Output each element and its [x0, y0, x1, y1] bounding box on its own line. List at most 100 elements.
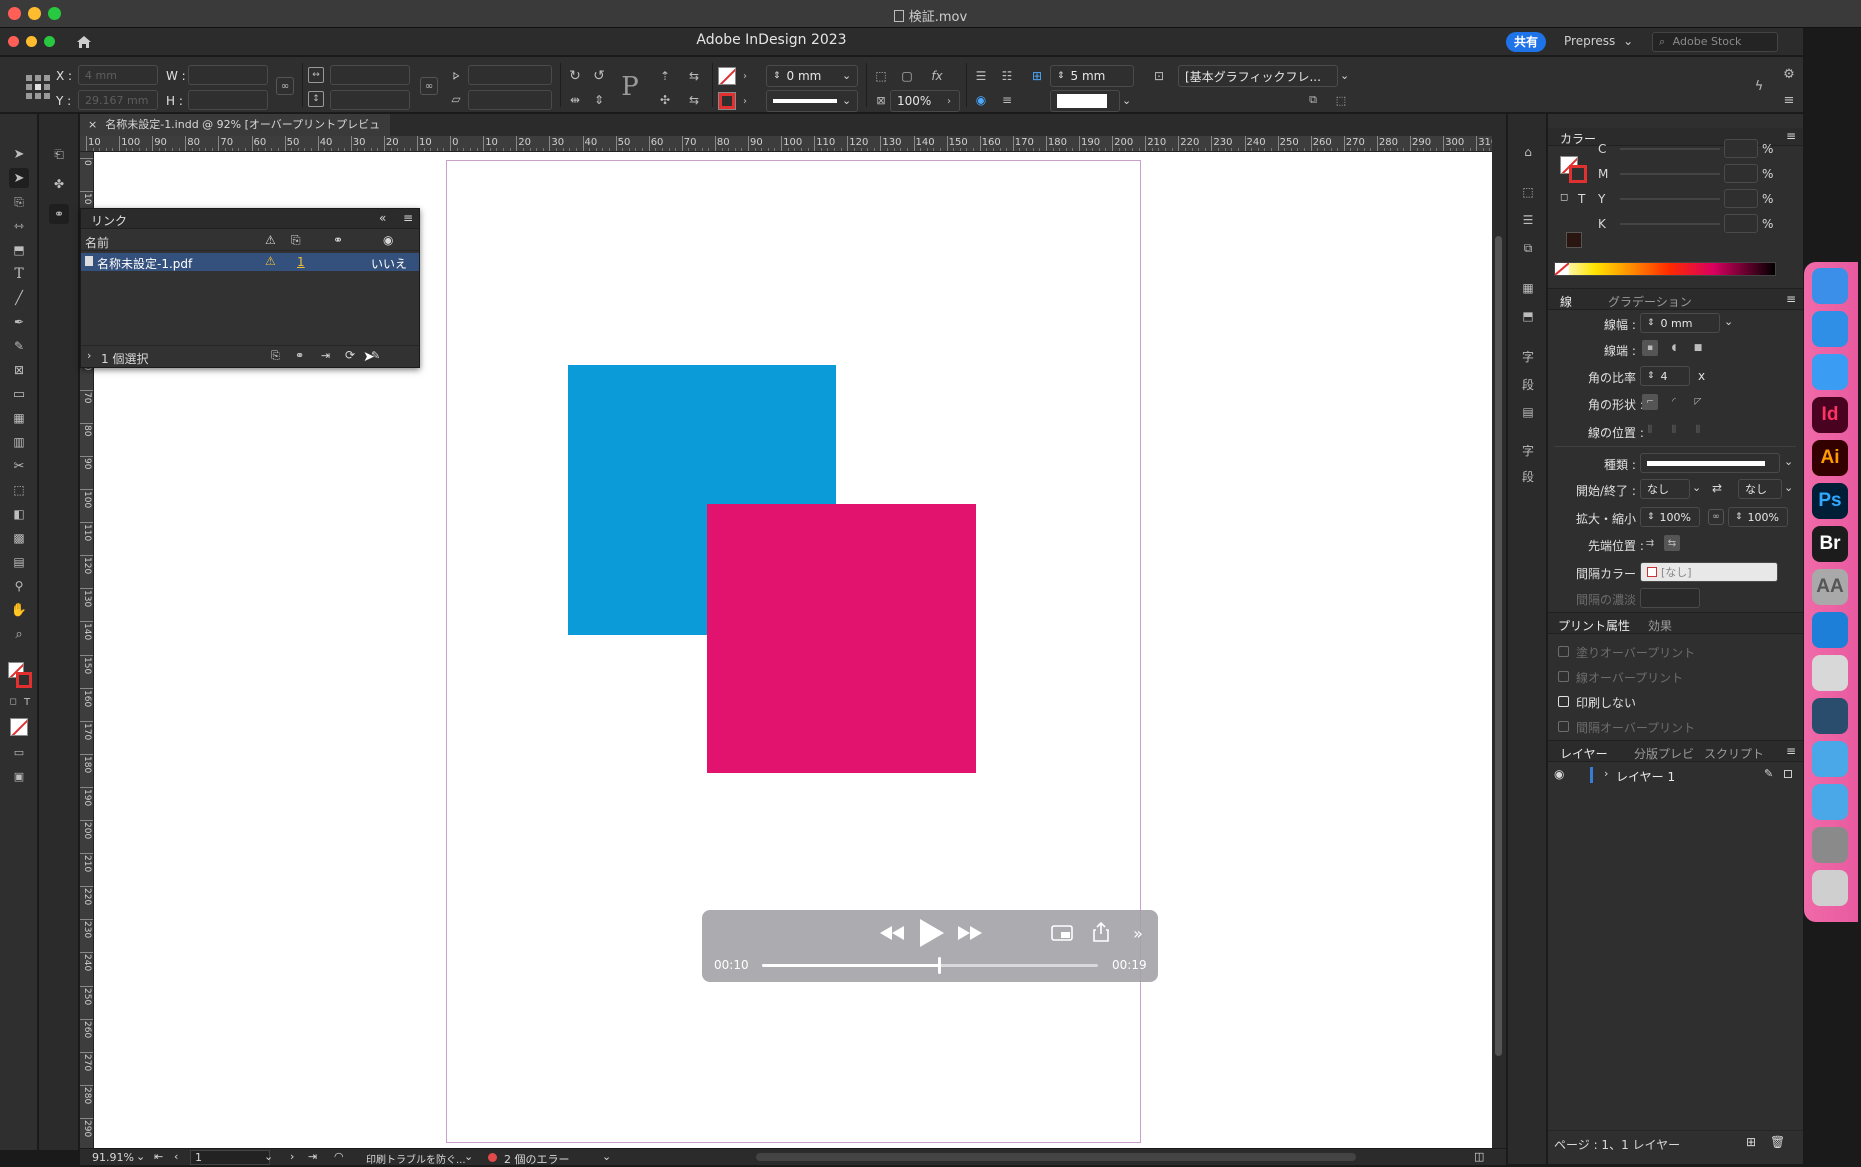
rectangle-frame-tool-icon[interactable]: ⊠ — [9, 360, 29, 380]
properties-icon[interactable]: ⌂ — [1518, 142, 1538, 162]
scale-y-icon[interactable]: ↕ — [308, 91, 324, 107]
previous-page-icon[interactable]: ‹ — [174, 1150, 178, 1163]
x-input[interactable]: 4 mm — [78, 65, 158, 85]
rotate-angle-icon[interactable]: ⦠ — [448, 67, 464, 83]
page-number-field[interactable]: 1 — [190, 1150, 270, 1165]
type-tool-icon[interactable]: T — [9, 264, 29, 284]
fill-stroke-toggle[interactable] — [8, 662, 32, 688]
opacity-expand-icon[interactable]: › — [944, 94, 954, 108]
channel-slider[interactable] — [1620, 148, 1720, 150]
table-panel-icon[interactable]: ▦ — [1518, 278, 1538, 298]
fill-swatch[interactable] — [718, 67, 736, 85]
apply-none-icon[interactable] — [10, 718, 28, 736]
selection-tool-icon[interactable]: ➤ — [9, 144, 29, 164]
gap-icon[interactable]: ⊞ — [1028, 67, 1046, 85]
paragraph-icon[interactable]: 段 — [1518, 374, 1538, 394]
finder-icon[interactable] — [1812, 268, 1848, 304]
scale-start-field[interactable]: ⇕ 100% — [1640, 507, 1700, 527]
cap-butt-icon[interactable]: ▪ — [1642, 340, 1658, 356]
separations-tab[interactable]: 分版プレビ — [1634, 745, 1694, 762]
bridge-icon[interactable]: Br — [1812, 526, 1848, 562]
gap-color-select[interactable] — [1050, 90, 1120, 112]
grid-tool-icon[interactable]: ▥ — [9, 432, 29, 452]
settings-gear-icon[interactable]: ⚙ — [1780, 65, 1798, 83]
vertical-scrollbar[interactable] — [1492, 136, 1506, 1148]
next-page-icon[interactable]: › — [290, 1150, 294, 1163]
rotate-angle-input[interactable] — [468, 65, 552, 85]
scrubber-handle[interactable] — [937, 957, 941, 974]
page-dropdown[interactable]: ⌄ — [264, 1150, 273, 1163]
network-icon[interactable] — [1812, 612, 1848, 648]
zoom-level[interactable]: 91.91% — [92, 1151, 134, 1164]
stock-search[interactable]: ⌕ Adobe Stock — [1652, 32, 1778, 52]
print-attributes-tab[interactable]: プリント属性 — [1558, 617, 1630, 634]
downloads-folder-icon[interactable] — [1812, 784, 1848, 820]
errors-dropdown[interactable]: ⌄ — [602, 1150, 611, 1163]
horizontal-scrollbar[interactable] — [756, 1153, 1356, 1161]
relink-icon[interactable]: ⚭ — [295, 349, 304, 362]
fx-icon[interactable]: fx — [928, 67, 946, 85]
channel-value-input[interactable] — [1724, 139, 1758, 158]
line-tool-icon[interactable]: ╱ — [9, 288, 29, 308]
eyedropper-tool-icon[interactable]: ⚲ — [9, 576, 29, 596]
table-tool-icon[interactable]: ▦ — [9, 408, 29, 428]
photoshop-icon[interactable]: Ps — [1812, 483, 1848, 519]
object-style-icon[interactable]: ⊡ — [1150, 67, 1168, 85]
shear-angle-icon[interactable]: ▱ — [448, 91, 464, 107]
gradient-panel-tab[interactable]: グラデーション — [1608, 293, 1692, 310]
constrain-link-icon[interactable]: ∞ — [276, 77, 294, 95]
pen-tool-icon[interactable]: ✒ — [9, 312, 29, 332]
gradient-tool-icon[interactable]: ◧ — [9, 504, 29, 524]
close-tab-icon[interactable]: × — [88, 118, 97, 131]
preflight-profile[interactable]: 印刷トラブルを防ぐ... — [366, 1151, 466, 1166]
pages-panel-icon[interactable]: ⎗ — [49, 144, 69, 164]
profile-dropdown[interactable]: ⌄ — [464, 1150, 473, 1163]
character-icon[interactable]: 字 — [1518, 346, 1538, 366]
start-select[interactable]: なし — [1640, 479, 1690, 499]
miter-limit-field[interactable]: ⇕ 4 — [1640, 366, 1690, 386]
print-option-checkbox[interactable]: 印刷しない — [1558, 692, 1798, 712]
checkbox-icon[interactable] — [1558, 696, 1569, 707]
channel-value-input[interactable] — [1724, 214, 1758, 233]
align-mode-icon[interactable]: ≡ — [998, 91, 1016, 109]
print-option-checkbox[interactable]: 線オーバープリント — [1558, 667, 1798, 687]
story-icon[interactable]: ▤ — [1518, 402, 1538, 422]
clear-overrides-icon[interactable]: ⧉ — [1304, 91, 1322, 109]
warning-column-icon[interactable]: ⚠ — [265, 233, 276, 247]
share-icon[interactable] — [1090, 920, 1112, 944]
utility-icon[interactable] — [1812, 827, 1848, 863]
join-round-icon[interactable]: ◜ — [1666, 394, 1682, 410]
content-collector-icon[interactable]: ⬒ — [9, 240, 29, 260]
safari-icon[interactable] — [1812, 311, 1848, 347]
end-select[interactable]: なし — [1738, 479, 1782, 499]
override-icon[interactable]: ⬚ — [1332, 91, 1350, 109]
play-icon[interactable] — [918, 918, 946, 948]
w-input[interactable] — [188, 65, 268, 85]
object-style-select[interactable]: [基本グラフィックフレ... — [1178, 65, 1338, 87]
pencil-tool-icon[interactable]: ✎ — [9, 336, 29, 356]
panel-menu-icon[interactable]: ≡ — [1780, 91, 1798, 109]
swap-ends-icon[interactable]: ⇄ — [1712, 481, 1722, 495]
align-inside-icon[interactable]: ⫼ — [1666, 422, 1682, 438]
channel-slider[interactable] — [1620, 198, 1720, 200]
arrow-extend-icon[interactable]: ⇉ — [1642, 535, 1658, 551]
expand-info-icon[interactable]: › — [87, 349, 91, 362]
rewind-icon[interactable] — [878, 922, 906, 944]
update-link-icon[interactable]: ⟳ — [345, 348, 355, 362]
scale-end-field[interactable]: ⇕ 100% — [1728, 507, 1788, 527]
join-bevel-icon[interactable]: ◸ — [1690, 394, 1706, 410]
end-dropdown-icon[interactable]: ⌄ — [1784, 481, 1793, 494]
layers-tab[interactable]: レイヤー — [1560, 745, 1608, 762]
last-page-icon[interactable]: ⇥ — [308, 1150, 317, 1163]
checkbox-icon[interactable] — [1558, 646, 1569, 657]
scale-link-icon[interactable]: ∞ — [420, 77, 438, 95]
format-text-icon[interactable]: T — [21, 696, 33, 708]
scripts-tab[interactable]: スクリプト — [1704, 745, 1764, 762]
stroke-type-dropdown[interactable]: ⌄ — [842, 94, 851, 107]
magenta-square[interactable] — [707, 504, 976, 773]
gap-tool-icon[interactable]: ⇿ — [9, 216, 29, 236]
page-column-icon[interactable]: ⎘ — [291, 233, 301, 248]
channel-slider[interactable] — [1620, 223, 1720, 225]
rectangle-tool-icon[interactable]: ▭ — [9, 384, 29, 404]
start-dropdown-icon[interactable]: ⌄ — [1692, 481, 1701, 494]
